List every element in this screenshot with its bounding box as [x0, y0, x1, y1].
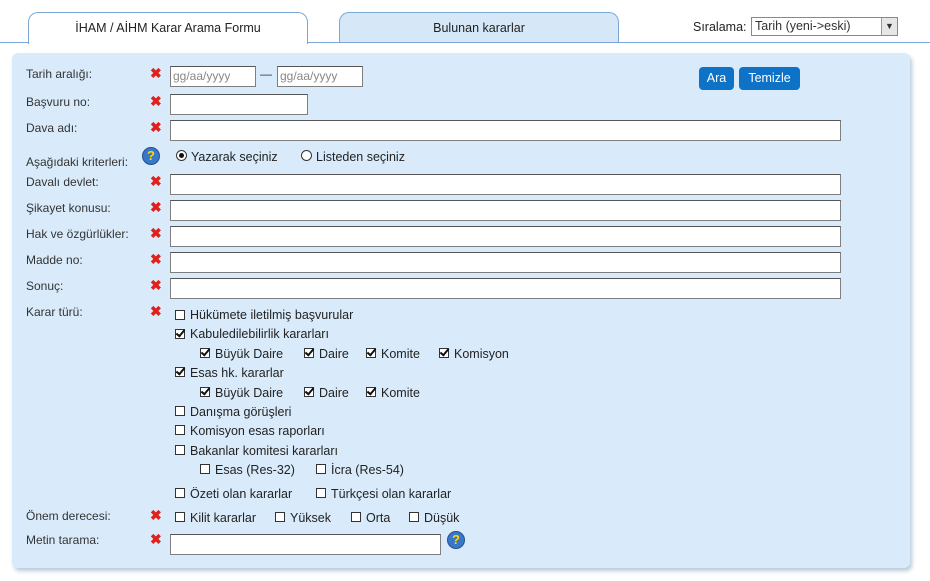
- checkbox-with-turkish-label: Türkçesi olan kararlar: [331, 487, 452, 501]
- case-name-field[interactable]: [170, 120, 841, 141]
- clear-article-no-icon[interactable]: ✖: [150, 252, 162, 266]
- result-field[interactable]: [170, 278, 841, 299]
- checkbox-res32-label: Esas (Res-32): [215, 463, 295, 477]
- decision-type-label: Karar türü:: [26, 305, 83, 319]
- date-from-field[interactable]: gg/aa/yyyy: [170, 66, 256, 87]
- tab-results[interactable]: Bulunan kararlar: [339, 12, 619, 43]
- checkbox-merits-committee[interactable]: [366, 387, 376, 397]
- checkbox-merits[interactable]: [175, 367, 185, 377]
- checkbox-merits-grand-chamber-label: Büyük Daire: [215, 386, 284, 400]
- checkbox-adm-committee[interactable]: [366, 348, 376, 358]
- checkbox-importance-high-label: Yüksek: [290, 511, 331, 525]
- checkbox-with-summary[interactable]: [175, 488, 185, 498]
- checkbox-admissibility[interactable]: [175, 329, 185, 339]
- tab-search-form[interactable]: İHAM / AİHM Karar Arama Formu: [28, 12, 308, 44]
- application-no-label: Başvuru no:: [26, 95, 91, 109]
- checkbox-with-summary-label: Özeti olan kararlar: [190, 487, 293, 501]
- checkbox-merits-chamber-label: Daire: [319, 386, 349, 400]
- date-separator: —: [260, 67, 272, 81]
- checkbox-merits-label: Esas hk. kararlar: [190, 366, 284, 380]
- clear-rights-icon[interactable]: ✖: [150, 226, 162, 240]
- criteria-label: Aşağıdaki kriterleri:: [26, 155, 129, 169]
- clear-button[interactable]: Temizle: [739, 67, 800, 90]
- checkbox-admissibility-label: Kabuledilebilirlik kararları: [190, 327, 329, 341]
- complaint-subject-field[interactable]: [170, 200, 841, 221]
- application-no-field[interactable]: [170, 94, 308, 115]
- checkbox-importance-key-label: Kilit kararlar: [190, 511, 256, 525]
- complaint-subject-label: Şikayet konusu:: [26, 201, 111, 215]
- checkbox-importance-high[interactable]: [275, 512, 285, 522]
- checkbox-adm-committee-label: Komite: [381, 347, 420, 361]
- checkbox-adm-chamber-label: Daire: [319, 347, 349, 361]
- rights-field[interactable]: [170, 226, 841, 247]
- checkbox-adm-commission[interactable]: [439, 348, 449, 358]
- chevron-down-icon[interactable]: ▼: [881, 18, 897, 35]
- text-search-field[interactable]: [170, 534, 441, 555]
- checkbox-communicated[interactable]: [175, 310, 185, 320]
- checkbox-communicated-label: Hükümete iletilmiş başvurular: [190, 308, 354, 322]
- importance-label: Önem derecesi:: [26, 509, 111, 523]
- checkbox-importance-medium[interactable]: [351, 512, 361, 522]
- clear-application-no-icon[interactable]: ✖: [150, 94, 162, 108]
- checkbox-commission-reports[interactable]: [175, 425, 185, 435]
- checkbox-importance-low-label: Düşük: [424, 511, 460, 525]
- article-no-field[interactable]: [170, 252, 841, 273]
- checkbox-res32[interactable]: [200, 464, 210, 474]
- checkbox-importance-medium-label: Orta: [366, 511, 391, 525]
- clear-importance-icon[interactable]: ✖: [150, 508, 162, 522]
- help-icon[interactable]: ?: [142, 147, 160, 165]
- checkbox-cm-decisions[interactable]: [175, 445, 185, 455]
- checkbox-res54-label: İcra (Res-54): [331, 463, 404, 477]
- rights-label: Hak ve özgürlükler:: [26, 227, 129, 241]
- case-name-label: Dava adı:: [26, 121, 78, 135]
- result-label: Sonuç:: [26, 279, 64, 293]
- help-icon[interactable]: ?: [447, 531, 465, 549]
- checkbox-merits-committee-label: Komite: [381, 386, 420, 400]
- checkbox-commission-reports-label: Komisyon esas raporları: [190, 424, 325, 438]
- radio-list[interactable]: [301, 150, 312, 161]
- checkbox-merits-chamber[interactable]: [304, 387, 314, 397]
- respondent-state-field[interactable]: [170, 174, 841, 195]
- checkbox-adm-grand-chamber[interactable]: [200, 348, 210, 358]
- checkbox-with-turkish[interactable]: [316, 488, 326, 498]
- radio-typing[interactable]: [176, 150, 187, 161]
- clear-case-name-icon[interactable]: ✖: [150, 120, 162, 134]
- date-range-label: Tarih aralığı:: [26, 67, 93, 81]
- clear-complaint-subject-icon[interactable]: ✖: [150, 200, 162, 214]
- clear-date-icon[interactable]: ✖: [150, 66, 162, 80]
- clear-result-icon[interactable]: ✖: [150, 278, 162, 292]
- article-no-label: Madde no:: [26, 253, 83, 267]
- clear-respondent-state-icon[interactable]: ✖: [150, 174, 162, 188]
- date-to-field[interactable]: gg/aa/yyyy: [277, 66, 363, 87]
- clear-text-search-icon[interactable]: ✖: [150, 532, 162, 546]
- tab-bar-gap: [650, 40, 930, 42]
- sort-label: Sıralama:: [693, 20, 747, 34]
- clear-decision-type-icon[interactable]: ✖: [150, 304, 162, 318]
- sort-select[interactable]: Tarih (yeni->eski) ▼: [751, 17, 898, 36]
- checkbox-adm-commission-label: Komisyon: [454, 347, 509, 361]
- checkbox-importance-key[interactable]: [175, 512, 185, 522]
- text-search-label: Metin tarama:: [26, 533, 100, 547]
- sort-select-value: Tarih (yeni->eski): [755, 19, 851, 33]
- checkbox-importance-low[interactable]: [409, 512, 419, 522]
- radio-typing-label: Yazarak seçiniz: [191, 150, 278, 164]
- radio-list-label: Listeden seçiniz: [316, 150, 405, 164]
- checkbox-res54[interactable]: [316, 464, 326, 474]
- checkbox-advisory[interactable]: [175, 406, 185, 416]
- checkbox-advisory-label: Danışma görüşleri: [190, 405, 292, 419]
- respondent-state-label: Davalı devlet:: [26, 175, 99, 189]
- checkbox-merits-grand-chamber[interactable]: [200, 387, 210, 397]
- checkbox-adm-chamber[interactable]: [304, 348, 314, 358]
- checkbox-cm-decisions-label: Bakanlar komitesi kararları: [190, 444, 338, 458]
- search-button[interactable]: Ara: [699, 67, 734, 90]
- checkbox-adm-grand-chamber-label: Büyük Daire: [215, 347, 284, 361]
